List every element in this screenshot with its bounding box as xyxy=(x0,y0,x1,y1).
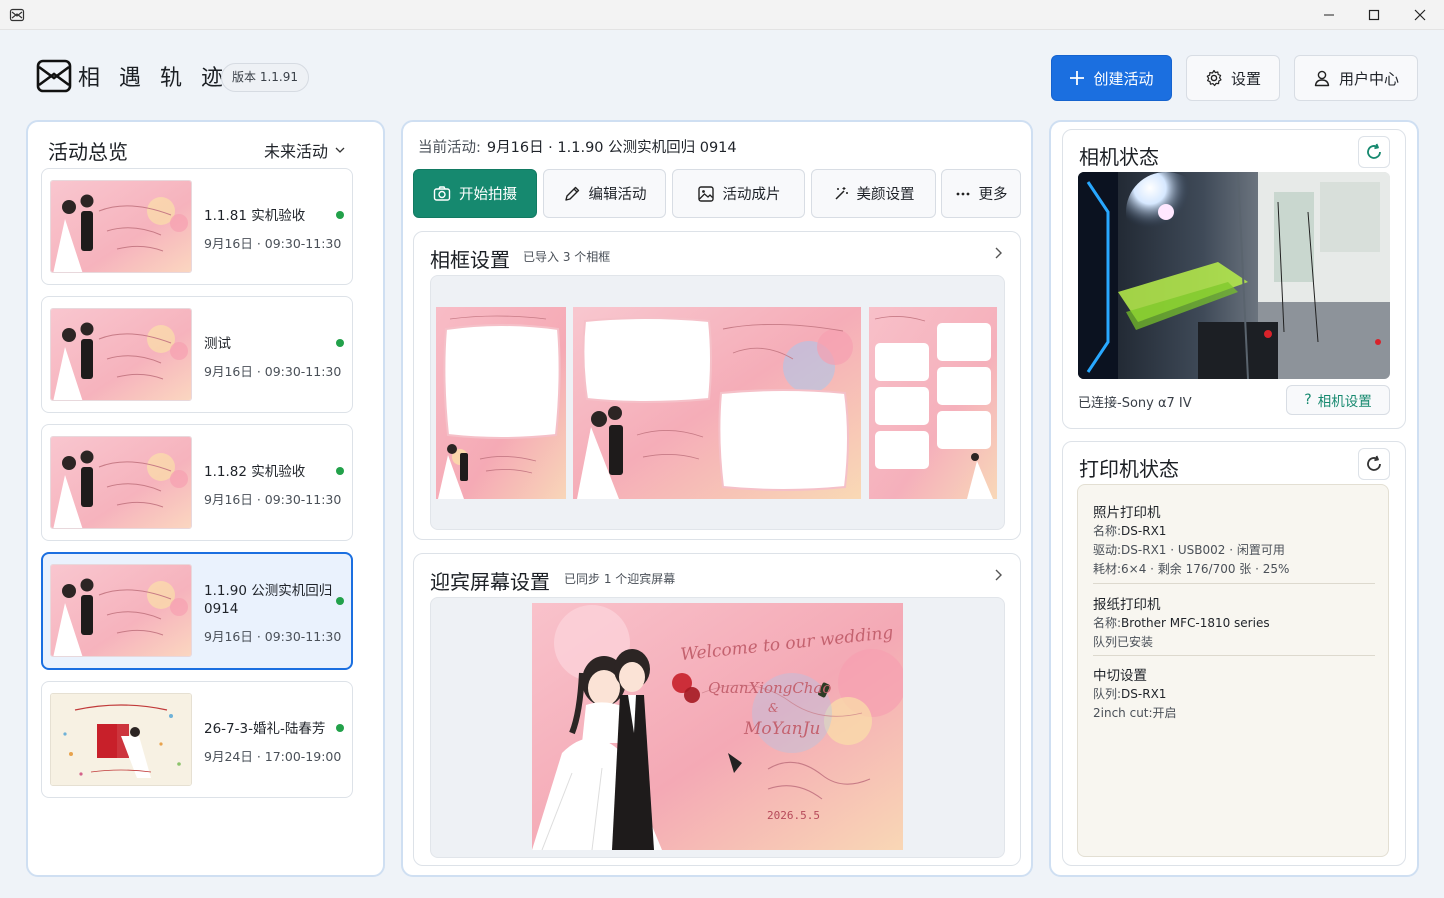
welcome-screen-preview[interactable]: Welcome to our wedding QuanXiongChao & M… xyxy=(532,603,903,850)
edit-event-button[interactable]: 编辑活动 xyxy=(543,169,666,218)
maximize-button[interactable] xyxy=(1351,0,1397,30)
current-event-bar: 当前活动: 9月16日 · 1.1.90 公测实机回归 0914 xyxy=(418,140,737,156)
question-icon: ? xyxy=(1304,392,1312,408)
camera-refresh-button[interactable] xyxy=(1358,136,1390,168)
gear-icon xyxy=(1206,69,1222,87)
event-thumbnail xyxy=(50,180,192,273)
event-thumbnail xyxy=(50,693,192,786)
event-title: 1.1.81 实机验收 xyxy=(204,208,306,224)
settings-button[interactable]: 设置 xyxy=(1186,55,1280,101)
user-icon xyxy=(1314,70,1330,87)
create-event-button[interactable]: 创建活动 xyxy=(1051,55,1172,101)
divider xyxy=(1093,583,1375,584)
plus-icon xyxy=(1070,71,1085,85)
printer-refresh-button[interactable] xyxy=(1358,448,1390,480)
photo-frame-2[interactable] xyxy=(573,307,861,499)
events-title: 活动总览 xyxy=(48,140,128,164)
event-card[interactable]: 26-7-3-婚礼-陆春芳 9月24日 · 17:00-19:00 xyxy=(41,681,353,798)
chevron-right-icon[interactable] xyxy=(992,568,1006,582)
window-titlebar xyxy=(0,0,1444,30)
printer-title: 打印机状态 xyxy=(1079,457,1179,481)
online-status-dot xyxy=(336,211,344,219)
cut-mode: 2inch cut:开启 xyxy=(1093,706,1177,720)
cut-queue: 队列:DS-RX1 xyxy=(1093,687,1167,701)
event-time: 9月16日 · 09:30-11:30 xyxy=(204,492,342,507)
magic-wand-icon xyxy=(834,186,848,200)
chevron-right-icon[interactable] xyxy=(992,246,1006,260)
online-status-dot xyxy=(336,339,344,347)
photo-printer-name: 名称:DS-RX1 xyxy=(1093,524,1167,538)
event-card[interactable]: 测试 9月16日 · 09:30-11:30 xyxy=(41,296,353,413)
photo-frame-3[interactable] xyxy=(869,307,997,499)
app-logo: 相 遇 轨 迹 xyxy=(36,58,229,94)
cut-settings-heading: 中切设置 xyxy=(1093,668,1147,684)
frames-title: 相框设置 xyxy=(430,248,510,272)
app-name: 相 遇 轨 迹 xyxy=(78,66,229,91)
printer-details: 照片打印机 名称:DS-RX1 驱动:DS-RX1 · USB002 · 闲置可… xyxy=(1077,484,1389,857)
wedding-date: 2026.5.5 xyxy=(767,809,820,822)
chevron-down-icon xyxy=(335,147,345,153)
image-icon xyxy=(697,185,714,202)
online-status-dot xyxy=(336,467,344,475)
event-time: 9月16日 · 09:30-11:30 xyxy=(204,364,342,379)
event-time: 9月16日 · 09:30-11:30 xyxy=(204,236,342,251)
events-filter-dropdown[interactable]: 未来活动 xyxy=(264,138,346,162)
event-time: 9月16日 · 09:30-11:30 xyxy=(204,629,342,644)
minimize-button[interactable] xyxy=(1306,0,1352,30)
event-title: 26-7-3-婚礼-陆春芳 xyxy=(204,721,326,737)
more-button[interactable]: 更多 xyxy=(941,169,1021,218)
event-title: 1.1.82 实机验收 xyxy=(204,464,306,480)
minimize-icon xyxy=(1324,14,1334,16)
app-logo-icon xyxy=(9,8,25,22)
more-dots-icon xyxy=(956,192,969,195)
photo-frame-1[interactable] xyxy=(436,307,566,499)
camera-live-preview xyxy=(1078,172,1390,379)
event-title: 1.1.90 公测实机回归 0914 xyxy=(204,583,333,617)
online-status-dot xyxy=(336,597,344,605)
close-button[interactable] xyxy=(1397,0,1443,30)
events-panel: 活动总览 未来活动 1.1.81 实机验收 9月16日 · 09:30-11:3… xyxy=(26,120,385,877)
report-printer-heading: 报纸打印机 xyxy=(1093,597,1161,613)
groom-name: QuanXiongChao xyxy=(708,679,832,697)
divider xyxy=(1093,655,1375,656)
logo-icon xyxy=(36,59,72,93)
welcome-count: 已同步 1 个迎宾屏幕 xyxy=(564,572,676,586)
refresh-icon xyxy=(1367,455,1381,471)
report-printer-queue: 队列已安装 xyxy=(1093,635,1154,649)
photo-printer-supply: 耗材:6×4 · 剩余 176/700 张 · 25% xyxy=(1093,562,1290,576)
bride-name: MoYanJu xyxy=(744,719,821,739)
refresh-icon xyxy=(1367,143,1381,159)
welcome-title: 迎宾屏幕设置 xyxy=(430,570,550,594)
event-thumbnail xyxy=(50,564,192,657)
event-card-selected[interactable]: 1.1.90 公测实机回归 0914 9月16日 · 09:30-11:30 xyxy=(41,552,353,670)
event-title: 测试 xyxy=(204,336,231,352)
event-time: 9月24日 · 17:00-19:00 xyxy=(204,749,342,764)
report-printer-name: 名称:Brother MFC-1810 series xyxy=(1093,616,1270,630)
ampersand: & xyxy=(768,701,779,715)
event-card[interactable]: 1.1.81 实机验收 9月16日 · 09:30-11:30 xyxy=(41,168,353,285)
start-shooting-button[interactable]: 开始拍摄 xyxy=(413,169,537,218)
camera-icon xyxy=(433,185,451,201)
camera-settings-button[interactable]: ? 相机设置 xyxy=(1286,385,1390,415)
frames-count: 已导入 3 个相框 xyxy=(523,250,611,264)
pencil-icon xyxy=(564,186,579,201)
event-photos-button[interactable]: 活动成片 xyxy=(672,169,805,218)
camera-title: 相机状态 xyxy=(1079,145,1159,169)
version-badge: 版本 1.1.91 xyxy=(221,63,309,92)
online-status-dot xyxy=(336,724,344,732)
beauty-settings-button[interactable]: 美颜设置 xyxy=(811,169,936,218)
camera-connection-status: 已连接-Sony α7 IV xyxy=(1078,396,1192,411)
event-thumbnail xyxy=(50,308,192,401)
photo-printer-heading: 照片打印机 xyxy=(1093,505,1161,521)
maximize-icon xyxy=(1368,9,1380,21)
photo-printer-driver: 驱动:DS-RX1 · USB002 · 闲置可用 xyxy=(1093,543,1285,557)
event-thumbnail xyxy=(50,436,192,529)
close-icon xyxy=(1414,9,1426,21)
user-center-button[interactable]: 用户中心 xyxy=(1294,55,1418,101)
event-card[interactable]: 1.1.82 实机验收 9月16日 · 09:30-11:30 xyxy=(41,424,353,541)
